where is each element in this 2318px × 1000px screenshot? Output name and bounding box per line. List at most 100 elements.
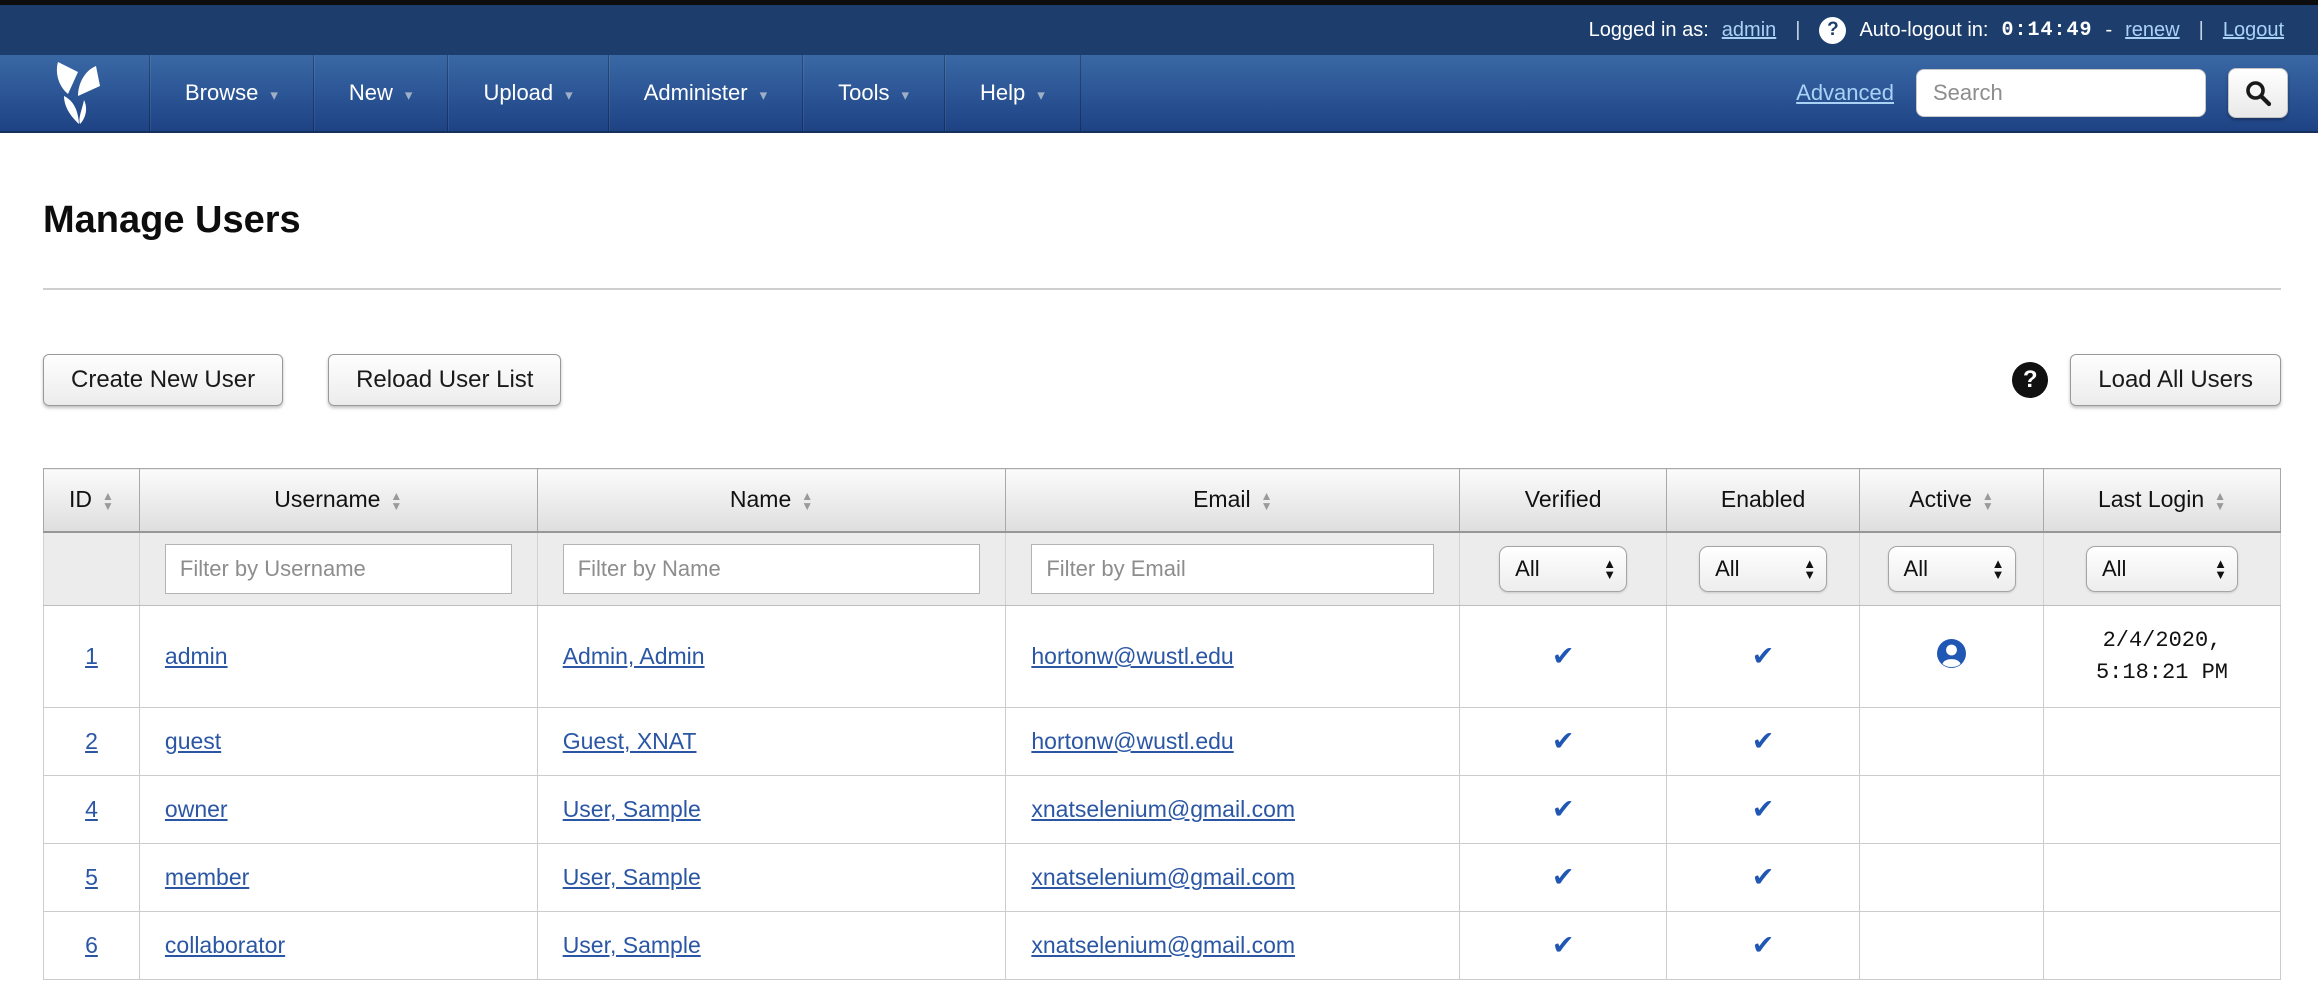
nav-menu-browse[interactable]: Browse ▾ [150,55,314,131]
email-link[interactable]: xnatselenium@gmail.com [1031,932,1295,958]
sort-icon: ▲▼ [801,491,813,511]
user-id-link[interactable]: 6 [85,932,98,958]
cell-name: User, Sample [537,912,1006,980]
column-header-name[interactable]: Name▲▼ [537,469,1006,532]
current-user-link[interactable]: admin [1722,19,1776,42]
reload-user-list-button[interactable]: Reload User List [328,354,561,406]
page-content: Manage Users Create New User Reload User… [0,199,2318,980]
username-filter-input[interactable] [165,544,512,594]
nav-menu-administer[interactable]: Administer ▾ [609,55,803,131]
cell-id: 2 [44,708,140,776]
advanced-search-link[interactable]: Advanced [1796,80,1894,106]
cell-enabled: ✔ [1667,606,1860,708]
column-header-email[interactable]: Email▲▼ [1006,469,1460,532]
chevron-down-icon: ▾ [1037,86,1045,104]
name-link[interactable]: User, Sample [563,796,701,822]
check-icon: ✔ [1752,930,1775,960]
email-filter-input[interactable] [1031,544,1434,594]
column-label: Verified [1525,486,1602,512]
username-link[interactable]: member [165,864,249,890]
nav-menu-new[interactable]: New ▾ [314,55,449,131]
cell-email: xnatselenium@gmail.com [1006,844,1460,912]
help-icon[interactable]: ? [2012,362,2048,398]
filter-row: All ▲▼ All ▲▼ All ▲▼ All ▲▼ [44,532,2281,606]
cell-verified: ✔ [1460,844,1667,912]
nav-label: Administer [644,80,748,106]
user-id-link[interactable]: 4 [85,796,98,822]
toolbar-right: ? Load All Users [2012,354,2281,406]
check-icon: ✔ [1752,726,1775,756]
cell-last-login [2044,844,2281,912]
create-new-user-button[interactable]: Create New User [43,354,283,406]
column-header-enabled[interactable]: Enabled [1667,469,1860,532]
cell-last-login [2044,708,2281,776]
divider: | [1789,19,1806,42]
auto-logout-timer: 0:14:49 [2001,19,2092,42]
select-value: All [1515,556,1539,582]
column-header-username[interactable]: Username ▲▼ [139,469,537,532]
xnat-logo[interactable] [0,55,150,131]
column-header-verified[interactable]: Verified [1460,469,1667,532]
enabled-filter-select[interactable]: All ▲▼ [1699,546,1827,592]
user-id-link[interactable]: 5 [85,864,98,890]
sort-icon: ▲▼ [1261,491,1273,511]
column-header-last-login[interactable]: Last Login ▲▼ [2044,469,2281,532]
name-link[interactable]: User, Sample [563,932,701,958]
email-link[interactable]: hortonw@wustl.edu [1031,728,1233,754]
active-filter-select[interactable]: All ▲▼ [1888,546,2016,592]
name-link[interactable]: Admin, Admin [563,643,705,669]
nav-menu-tools[interactable]: Tools ▾ [803,55,945,131]
sort-icon: ▲▼ [390,491,402,511]
username-link[interactable]: admin [165,643,228,669]
sort-icon: ▲▼ [102,491,114,511]
select-arrows-icon: ▲▼ [1603,558,1616,580]
select-arrows-icon: ▲▼ [1992,558,2005,580]
username-link[interactable]: collaborator [165,932,285,958]
email-link[interactable]: xnatselenium@gmail.com [1031,864,1295,890]
username-link[interactable]: owner [165,796,228,822]
table-header-row: ID▲▼ Username▲▼ Name▲▼ Email▲▼ Verified … [44,469,2281,532]
email-link[interactable]: hortonw@wustl.edu [1031,643,1233,669]
nav-label: Browse [185,80,258,106]
username-link[interactable]: guest [165,728,221,754]
auto-logout-label: Auto-logout in: [1859,19,1988,42]
name-filter-input[interactable] [563,544,981,594]
chevron-down-icon: ▾ [270,86,278,104]
name-link[interactable]: User, Sample [563,864,701,890]
column-header-id[interactable]: ID▲▼ [44,469,140,532]
last-login-filter-select[interactable]: All ▲▼ [2086,546,2238,592]
nav-menu-help[interactable]: Help ▾ [945,55,1081,131]
column-header-active[interactable]: Active▲▼ [1860,469,2044,532]
search-button[interactable] [2228,68,2288,118]
user-id-link[interactable]: 1 [85,643,98,669]
chevron-down-icon: ▾ [760,86,768,104]
check-icon: ✔ [1752,862,1775,892]
column-label: Enabled [1721,486,1805,512]
column-label: Username [274,486,380,512]
email-link[interactable]: xnatselenium@gmail.com [1031,796,1295,822]
filter-cell-email [1006,532,1460,606]
cell-active [1860,912,2044,980]
column-label: Last Login [2098,486,2204,512]
name-link[interactable]: Guest, XNAT [563,728,697,754]
search-input[interactable] [1916,69,2206,117]
user-id-link[interactable]: 2 [85,728,98,754]
verified-filter-select[interactable]: All ▲▼ [1499,546,1627,592]
user-actions-toolbar: Create New User Reload User List ? Load … [43,354,2281,406]
sort-icon: ▲▼ [2214,491,2226,511]
cell-email: xnatselenium@gmail.com [1006,776,1460,844]
nav-label: Help [980,80,1025,106]
column-label: Active [1909,486,1972,512]
filter-cell-verified: All ▲▼ [1460,532,1667,606]
check-icon: ✔ [1752,794,1775,824]
auto-logout-help-icon[interactable]: ? [1819,17,1846,44]
filter-cell-active: All ▲▼ [1860,532,2044,606]
active-user-icon[interactable] [1935,637,1968,670]
nav-menu-upload[interactable]: Upload ▾ [448,55,608,131]
nav-label: Upload [483,80,553,106]
renew-session-link[interactable]: renew [2125,19,2179,42]
load-all-users-button[interactable]: Load All Users [2070,354,2281,406]
cell-active [1860,708,2044,776]
page-title: Manage Users [43,199,2281,242]
logout-link[interactable]: Logout [2223,19,2284,42]
